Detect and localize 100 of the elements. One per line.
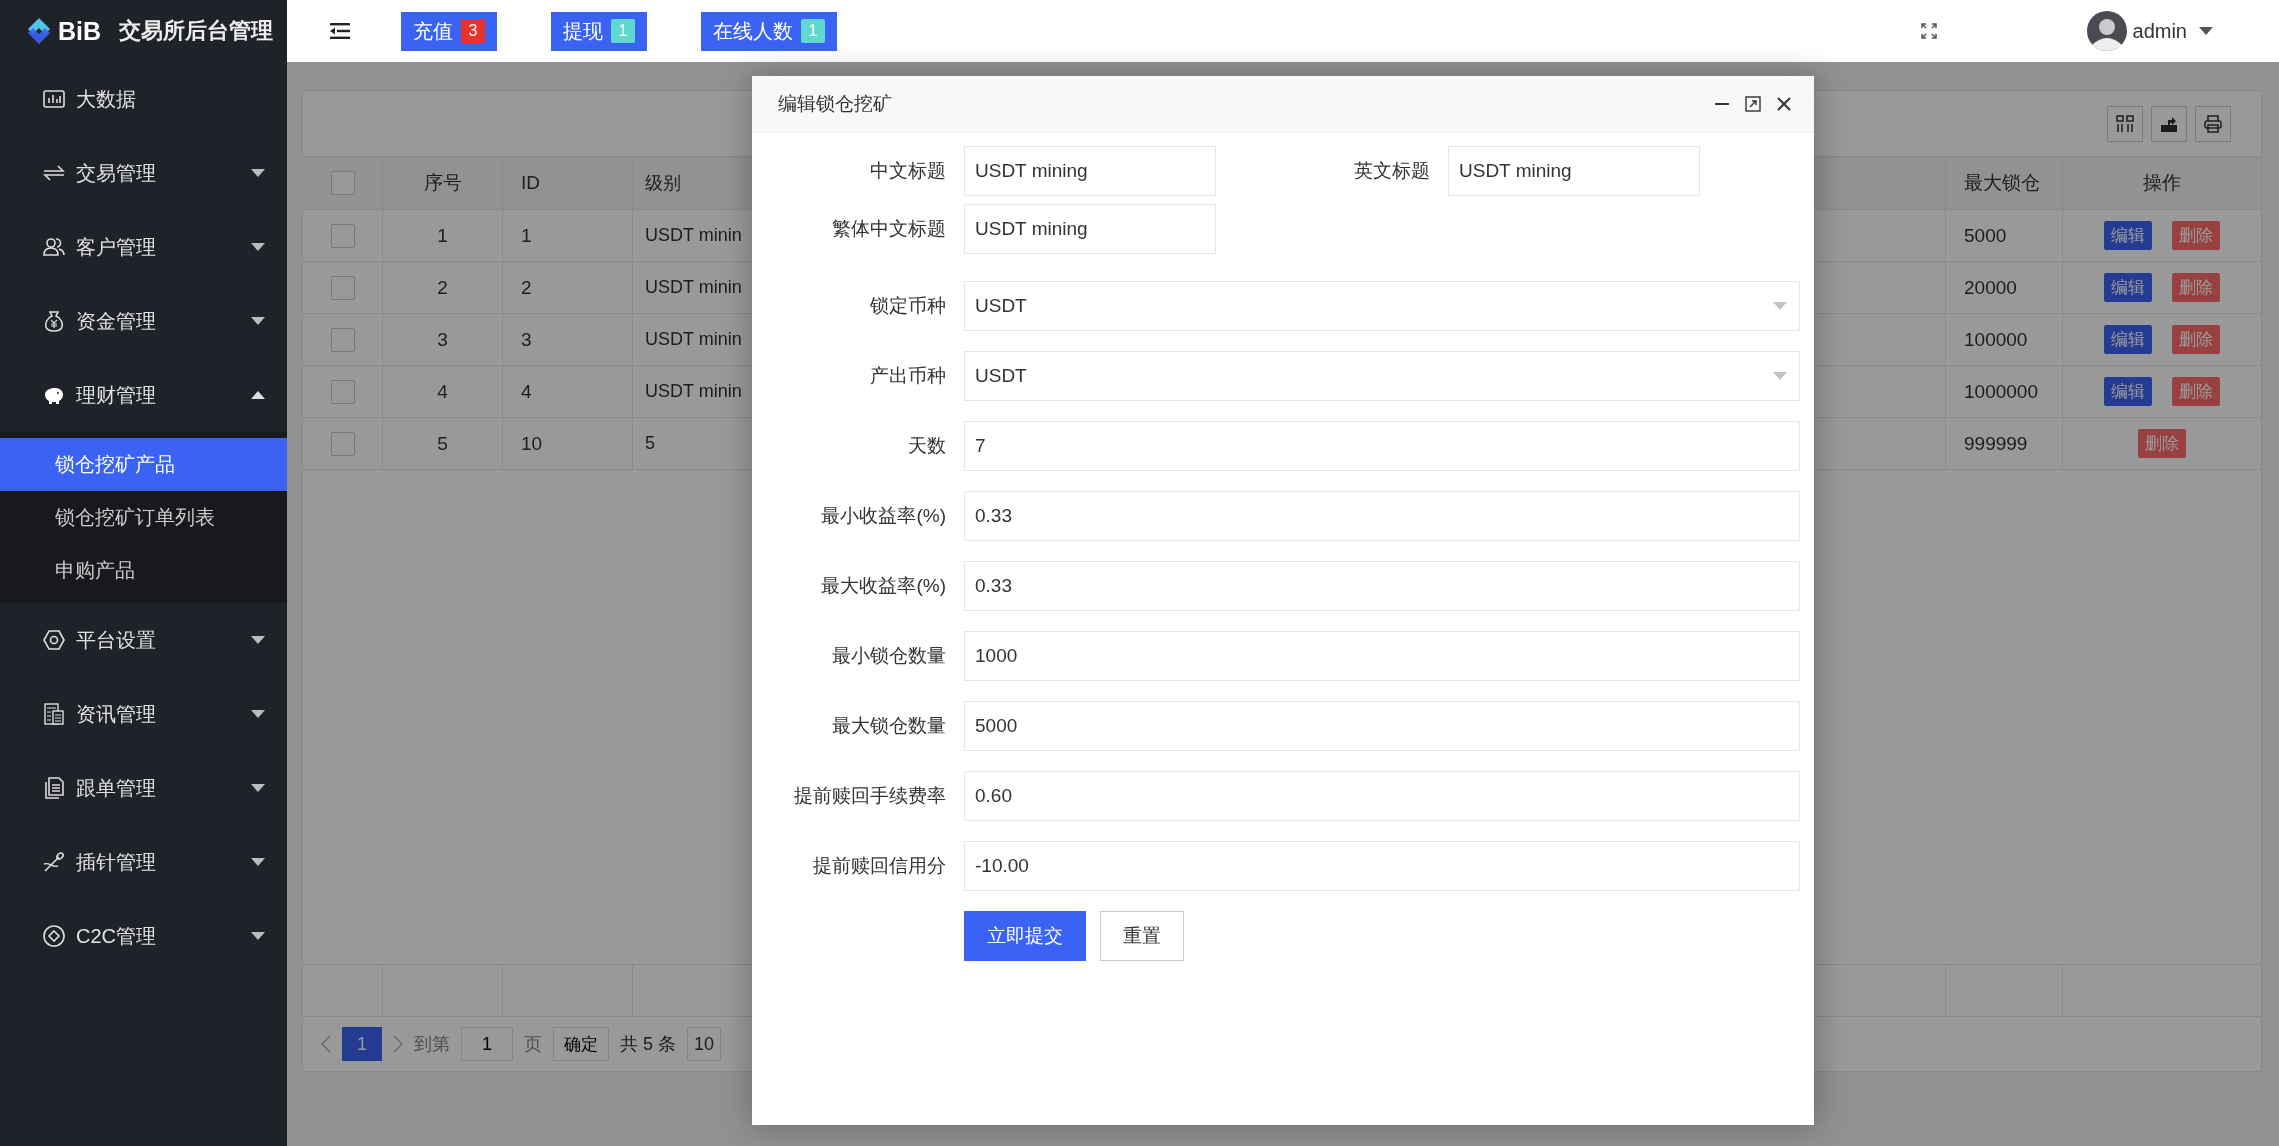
close-icon[interactable] [1776,96,1792,112]
edit-button[interactable]: 编辑 [2104,377,2152,406]
caret-icon[interactable] [251,169,265,177]
table-cell: 1000000 [1946,366,2063,417]
page-unit: 页 [524,1033,542,1056]
column-header: 序号 [383,157,503,209]
table-cell: 3 [383,314,503,365]
table-cell: 5 [383,418,503,469]
table-cell: 1 [503,210,633,261]
table-cell: 10 [503,418,633,469]
field-label: 产出币种 [869,364,946,388]
dialog-title: 编辑锁仓挖矿 [778,92,892,116]
goto-label: 到第 [414,1033,450,1056]
money-bag-icon [42,309,66,333]
input-field[interactable]: USDT mining [964,146,1216,196]
page-size-select[interactable]: 10 [687,1027,722,1061]
hexagon-icon [42,628,66,652]
checkbox[interactable] [330,223,355,248]
sidebar-item[interactable]: 跟单管理 [0,751,287,825]
field-label: 提前赎回信用分 [812,854,946,878]
table-cell: 20000 [1946,262,2063,313]
field-label: 最小收益率(%) [820,504,946,528]
field-label: 最大锁仓数量 [831,714,946,738]
input-field[interactable]: 0.33 [964,491,1800,541]
column-header: 操作 [2142,171,2182,195]
submenu-item[interactable]: 申购产品 [0,544,287,597]
field-label: 英文标题 [1353,159,1430,183]
sidebar-item[interactable]: 资金管理 [0,284,287,358]
print-icon[interactable] [2195,105,2231,142]
field-label: 最小锁仓数量 [831,644,946,668]
column-header: ID [503,157,633,209]
sidebar-item[interactable]: 资讯管理 [0,677,287,751]
input-field[interactable]: 1000 [964,631,1800,681]
table-cell: 1 [383,210,503,261]
submenu-item[interactable]: 锁仓挖矿产品 [0,438,287,491]
fullscreen-icon[interactable] [1920,23,1937,39]
checkbox[interactable] [330,275,355,300]
caret-icon[interactable] [251,636,265,644]
reset-button[interactable]: 重置 [1100,911,1184,961]
user-name[interactable]: admin [2132,19,2187,43]
table-cell: 4 [383,366,503,417]
submenu-item[interactable]: 锁仓挖矿订单列表 [0,491,287,544]
input-field[interactable]: 5000 [964,701,1800,751]
caret-icon[interactable] [251,932,265,940]
export-icon[interactable] [2151,105,2187,142]
column-header: 最大锁仓 [1946,157,2063,209]
users-icon [42,235,66,259]
field-label: 繁体中文标题 [831,217,946,241]
submit-button[interactable]: 立即提交 [964,911,1086,961]
caret-icon[interactable] [251,858,265,866]
sidebar-item[interactable]: 客户管理 [0,210,287,284]
sidebar-item[interactable]: C2C管理 [0,899,287,973]
shortcut-button[interactable]: 提现 1 [551,11,647,51]
sidebar-item[interactable]: 插针管理 [0,825,287,899]
caret-icon[interactable] [251,391,265,399]
edit-button[interactable]: 编辑 [2104,273,2152,302]
input-field[interactable]: 7 [964,421,1800,471]
edit-button[interactable]: 编辑 [2104,325,2152,354]
caret-icon[interactable] [251,710,265,718]
confirm-button[interactable]: 确定 [553,1027,609,1061]
select-field[interactable]: USDT [964,281,1800,331]
checkbox[interactable] [330,171,355,195]
app-title: 交易所后台管理 [119,17,274,45]
menu-icon[interactable] [330,23,350,39]
caret-icon[interactable] [251,317,265,325]
shortcut-button[interactable]: 在线人数 1 [701,11,837,51]
table-cell: 2 [503,262,633,313]
needle-icon [42,850,66,874]
input-field[interactable]: -10.00 [964,841,1800,891]
table-cell: 2 [383,262,503,313]
logo-text: BiB [58,16,102,46]
avatar-icon[interactable] [2086,11,2127,51]
caret-icon[interactable] [2199,27,2213,35]
columns-icon[interactable] [2107,105,2143,142]
shortcut-button[interactable]: 充值 3 [401,11,497,51]
count-badge: 1 [801,19,825,43]
sidebar-item[interactable]: 平台设置 [0,603,287,677]
caret-icon[interactable] [251,784,265,792]
field-label: 天数 [907,434,946,458]
sidebar-item[interactable]: 交易管理 [0,136,287,210]
input-field[interactable]: 0.60 [964,771,1800,821]
sidebar-item[interactable]: 理财管理 [0,358,287,432]
edit-button[interactable]: 编辑 [2104,221,2152,250]
input-field[interactable]: 0.33 [964,561,1800,611]
total-count: 共 5 条 [620,1033,676,1056]
checkbox[interactable] [330,431,355,456]
sidebar-item[interactable]: 大数据 [0,62,287,136]
checkbox[interactable] [330,379,355,404]
documents-icon [42,776,66,800]
maximize-icon[interactable] [1745,96,1761,112]
field-label: 中文标题 [869,159,946,183]
checkbox[interactable] [330,327,355,352]
count-badge: 3 [461,19,485,43]
input-field[interactable]: USDT mining [1448,146,1700,196]
input-field[interactable]: USDT mining [964,204,1216,254]
table-cell: 999999 [1946,418,2063,469]
page-input[interactable]: 1 [461,1027,513,1061]
caret-icon[interactable] [251,243,265,251]
count-badge: 1 [611,19,635,43]
select-field[interactable]: USDT [964,351,1800,401]
